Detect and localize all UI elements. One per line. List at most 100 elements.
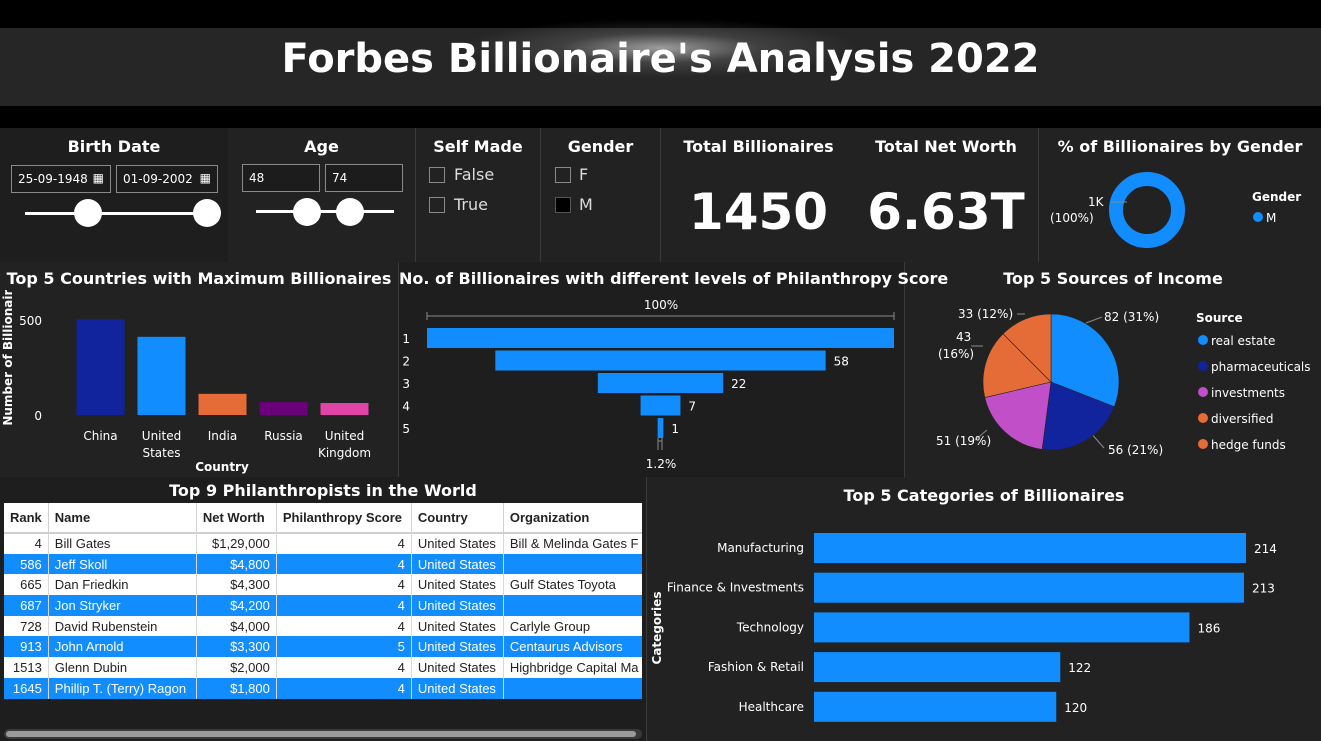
legend-dot — [1198, 413, 1208, 423]
col-header-name[interactable]: Name — [48, 503, 197, 534]
birth-date-slider-track[interactable] — [25, 212, 215, 215]
pie-leader-line — [1085, 316, 1103, 324]
gender-f-label[interactable]: F — [579, 165, 588, 184]
table-title: Top 9 Philanthropists in the World — [169, 481, 477, 500]
table-cell: Bill Gates — [48, 533, 197, 554]
table-cell: Carlyle Group — [503, 615, 642, 637]
philanthropy-bar[interactable] — [495, 350, 826, 371]
y-tick-0: 0 — [34, 409, 42, 423]
legend-dot — [1198, 335, 1208, 345]
table-row[interactable]: 1645 Phillip T. (Terry) Ragon $1,800 4 Unite… — [4, 677, 642, 699]
categories-bar-chart[interactable]: Categories Manufacturing 214 Finance & Inv… — [647, 510, 1321, 738]
table-cell: United States — [411, 574, 504, 596]
pie-legend-item: hedge funds — [1211, 438, 1286, 452]
philanthropy-category-label: 5 — [402, 422, 410, 436]
category-bar[interactable] — [814, 533, 1246, 563]
calendar-icon[interactable]: ▦ — [93, 171, 104, 185]
self-made-false-label[interactable]: False — [454, 165, 494, 184]
table-row[interactable]: 586 Jeff Skoll $4,800 4 United States — [4, 553, 642, 575]
page-title: Forbes Billionaire's Analysis 2022 — [281, 36, 1040, 82]
table-cell: 913 — [4, 636, 49, 658]
legend-dot — [1198, 387, 1208, 397]
philanthropy-bar-chart[interactable]: 100% 1.2% 1 2 58 3 22 4 7 5 1 — [399, 290, 904, 475]
table-cell: Gulf States Toyota — [503, 574, 642, 596]
table-row[interactable]: 687 Jon Stryker $4,200 4 United States — [4, 595, 642, 616]
donut-legend-item: M — [1266, 211, 1276, 225]
table-row[interactable]: 913 John Arnold $3,300 5 United States Centau… — [4, 636, 642, 658]
self-made-false-checkbox[interactable] — [429, 167, 445, 183]
table-cell: 4 — [276, 553, 412, 575]
self-made-true-label[interactable]: True — [454, 195, 488, 214]
col-header-organization[interactable]: Organization — [503, 503, 642, 534]
phil-bottom-label: 1.2% — [646, 457, 677, 471]
category-bar[interactable] — [814, 652, 1061, 683]
category-tick-label: Manufacturing — [717, 541, 804, 555]
col-header-rank[interactable]: Rank — [4, 503, 49, 534]
country-bar[interactable] — [137, 336, 186, 415]
pie-label-hedge-funds: 33 (12%) — [958, 307, 1013, 321]
table-cell: 5 — [276, 636, 412, 658]
total-billionaires-label: Total Billionaires — [683, 137, 834, 156]
category-bar[interactable] — [814, 612, 1190, 643]
gender-donut-chart[interactable]: 1K (100%) Gender M — [1039, 160, 1321, 260]
categories-chart-title: Top 5 Categories of Billionaires — [843, 486, 1125, 505]
y-tick-500: 500 — [19, 314, 42, 328]
gender-f-checkbox[interactable] — [555, 167, 571, 183]
total-net-worth-value: 6.63T — [867, 183, 1025, 241]
category-bar[interactable] — [814, 572, 1244, 603]
countries-bar-chart[interactable]: Number of Billionaires 500 0 Country Chi… — [0, 290, 398, 475]
age-slider-max-handle[interactable] — [336, 198, 364, 226]
philanthropy-bar[interactable] — [640, 395, 681, 416]
age-min-input[interactable]: 48 — [242, 164, 320, 192]
category-bar[interactable] — [814, 691, 1057, 722]
philanthropy-chart-title: No. of Billionaires with different level… — [399, 269, 949, 288]
table-cell: 687 — [4, 595, 49, 616]
table-cell: $1,800 — [196, 677, 277, 699]
birth-date-slider-min-handle[interactable] — [74, 199, 102, 227]
table-row[interactable]: 665 Dan Friedkin $4,300 4 United States Gulf … — [4, 574, 642, 596]
age-max-input[interactable]: 74 — [325, 164, 403, 192]
philanthropy-category-label: 2 — [402, 355, 410, 369]
gender-m-label[interactable]: M — [579, 195, 593, 214]
calendar-icon[interactable]: ▦ — [200, 171, 211, 185]
table-cell: United States — [411, 657, 504, 678]
table-cell: 4 — [4, 533, 49, 554]
total-billionaires-value: 1450 — [688, 183, 829, 241]
country-bar[interactable] — [198, 393, 247, 415]
philanthropy-category-label: 3 — [402, 377, 410, 391]
pie-legend-item: investments — [1211, 386, 1285, 400]
table-cell: United States — [411, 533, 504, 554]
donut-pct-label: (100%) — [1050, 211, 1094, 225]
age-slider-min-handle[interactable] — [293, 198, 321, 226]
birth-date-start-input[interactable]: 25-09-1948 ▦ — [11, 165, 111, 193]
philanthropists-table[interactable]: Rank Name Net Worth Philanthropy Score C… — [4, 503, 642, 699]
self-made-true-checkbox[interactable] — [429, 197, 445, 213]
age-slider-track[interactable] — [256, 210, 394, 213]
col-header-net-worth[interactable]: Net Worth — [196, 503, 277, 534]
country-tick-label: Kingdom — [318, 446, 371, 460]
table-cell — [503, 595, 642, 616]
country-bar[interactable] — [320, 403, 369, 415]
table-row[interactable]: 1513 Glenn Dubin $2,000 4 United States Highb… — [4, 657, 642, 678]
birth-date-end-input[interactable]: 01-09-2002 ▦ — [116, 165, 218, 193]
philanthropy-bar[interactable] — [597, 373, 724, 393]
gender-m-checkbox[interactable] — [555, 197, 571, 213]
table-cell: 4 — [276, 677, 412, 699]
legend-dot — [1198, 361, 1208, 371]
country-tick-label: United — [325, 429, 364, 443]
income-pie-chart[interactable]: 82 (31%) 56 (21%) 51 (19%) 43 (16%) 33 (… — [905, 290, 1321, 475]
category-value-label: 122 — [1068, 661, 1091, 675]
country-bar[interactable] — [76, 319, 125, 415]
philanthropy-value-label: 1 — [671, 422, 679, 436]
philanthropy-bar[interactable] — [427, 328, 894, 348]
table-row[interactable]: 728 David Rubenstein $4,000 4 United States C… — [4, 615, 642, 637]
col-header-country[interactable]: Country — [411, 503, 504, 534]
category-value-label: 120 — [1064, 701, 1087, 715]
philanthropy-bar[interactable] — [657, 418, 664, 438]
table-row[interactable]: 4 Bill Gates $1,29,000 4 United States Bill &… — [4, 533, 642, 554]
col-header-philanthropy-score[interactable]: Philanthropy Score — [276, 503, 412, 534]
country-bar[interactable] — [259, 402, 308, 415]
table-cell: 4 — [276, 615, 412, 637]
birth-date-slider-max-handle[interactable] — [193, 199, 221, 227]
table-scrollbar-thumb[interactable] — [6, 731, 636, 737]
